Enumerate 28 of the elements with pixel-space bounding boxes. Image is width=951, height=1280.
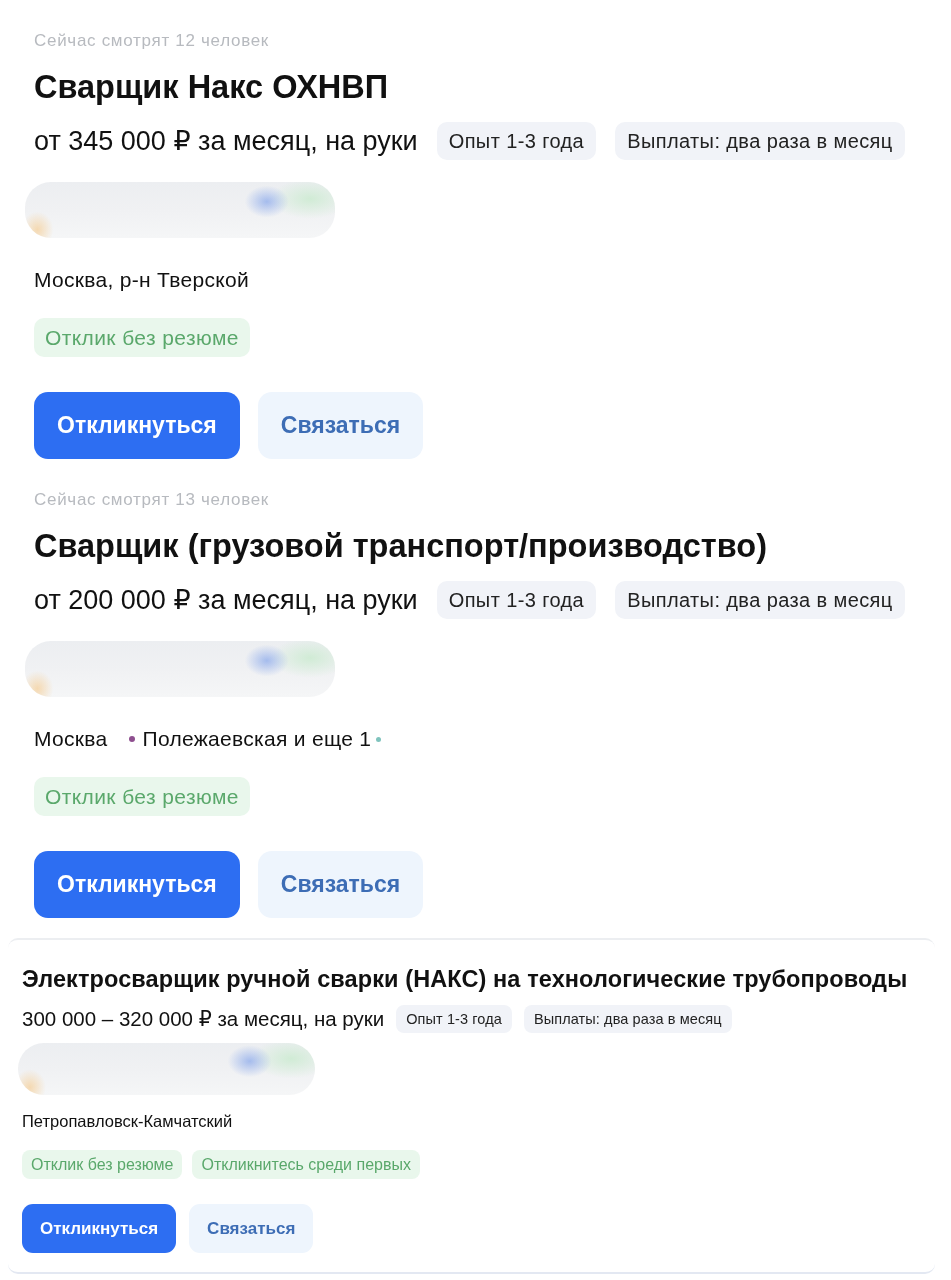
location-text: Москва [34, 726, 108, 752]
feature-tag: Отклик без резюме [34, 318, 250, 357]
respond-button[interactable]: Откликнуться [34, 392, 240, 459]
salary-text: 300 000 – 320 000 ₽ за месяц, на руки [22, 1007, 385, 1031]
contact-button[interactable]: Связаться [189, 1204, 314, 1253]
vacancy-title[interactable]: Сварщик (грузовой транспорт/производство) [34, 527, 767, 565]
info-tag: Опыт 1-3 года [436, 581, 597, 619]
vacancy-title[interactable]: Электросварщик ручной сварки (НАКС) на технологические трубопроводы [22, 965, 908, 993]
info-tag: Опыт 1-3 года [396, 1005, 512, 1033]
contact-button[interactable]: Связаться [257, 851, 424, 918]
salary-text: от 200 000 ₽ за месяц, на руки [34, 584, 418, 616]
feature-tag: Откликнитесь среди первых [192, 1150, 420, 1179]
respond-button[interactable]: Откликнуться [22, 1204, 177, 1253]
feature-tag: Отклик без резюме [34, 777, 250, 816]
location-text: Петропавловск-Камчатский [22, 1111, 233, 1131]
respond-button[interactable]: Откликнуться [34, 851, 240, 918]
viewers-count: Сейчас смотрят 13 человек [34, 490, 269, 510]
info-tag: Выплаты: два раза в месяц [615, 581, 905, 619]
metro-station-text: Полежаевская и еще 1 [142, 726, 372, 752]
info-tag: Выплаты: два раза в месяц [523, 1005, 732, 1033]
viewers-count: Сейчас смотрят 12 человек [34, 31, 269, 51]
info-tag: Опыт 1-3 года [436, 122, 597, 160]
feature-tag: Отклик без резюме [22, 1150, 183, 1179]
salary-text: от 345 000 ₽ за месяц, на руки [34, 125, 418, 157]
location-text: Москва, р-н Тверской [34, 267, 249, 293]
contact-button[interactable]: Связаться [257, 392, 424, 459]
vacancy-title[interactable]: Сварщик Накс ОХНВП [34, 68, 389, 106]
info-tag: Выплаты: два раза в месяц [615, 122, 905, 160]
